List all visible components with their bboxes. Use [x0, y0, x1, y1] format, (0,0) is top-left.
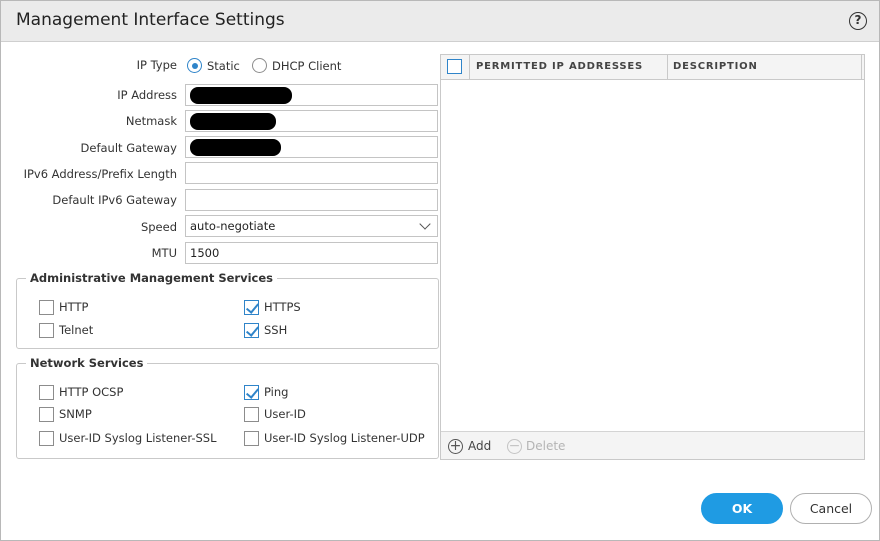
https-label[interactable]: HTTPS: [264, 300, 301, 314]
http-label[interactable]: HTTP: [59, 300, 88, 314]
speed-label: Speed: [140, 220, 177, 234]
user-id-syslog-ssl-label[interactable]: User-ID Syslog Listener-SSL: [59, 431, 217, 445]
column-divider: [469, 55, 470, 79]
ipv6-gateway-input[interactable]: [185, 189, 438, 211]
management-interface-settings-dialog: Management Interface Settings ? IP Type …: [0, 0, 880, 541]
ok-button[interactable]: OK: [701, 493, 783, 524]
ping-label[interactable]: Ping: [264, 385, 288, 399]
telnet-checkbox[interactable]: [39, 323, 54, 338]
user-id-syslog-udp-checkbox[interactable]: [244, 431, 259, 446]
mtu-input[interactable]: 1500: [185, 242, 438, 264]
network-services-legend: Network Services: [26, 356, 148, 370]
ip-type-dhcp-radio[interactable]: [252, 58, 267, 73]
ip-type-static-radio[interactable]: [187, 58, 202, 73]
ping-checkbox[interactable]: [244, 385, 259, 400]
redacted-value: [190, 139, 281, 156]
redacted-value: [190, 113, 276, 130]
ip-address-label: IP Address: [117, 88, 177, 102]
ssh-label[interactable]: SSH: [264, 323, 287, 337]
https-checkbox[interactable]: [244, 300, 259, 315]
column-divider: [667, 55, 668, 79]
snmp-checkbox[interactable]: [39, 407, 54, 422]
column-header-permitted-ip[interactable]: PERMITTED IP ADDRESSES: [476, 61, 643, 72]
delete-button[interactable]: Delete: [526, 439, 565, 453]
user-id-syslog-ssl-checkbox[interactable]: [39, 431, 54, 446]
add-icon[interactable]: +: [448, 439, 463, 454]
http-checkbox[interactable]: [39, 300, 54, 315]
permitted-ip-grid: PERMITTED IP ADDRESSES DESCRIPTION + Add…: [440, 54, 865, 460]
select-all-checkbox[interactable]: [447, 59, 462, 74]
dialog-title: Management Interface Settings: [16, 10, 285, 30]
add-button[interactable]: Add: [468, 439, 491, 453]
telnet-label[interactable]: Telnet: [59, 323, 93, 337]
ssh-checkbox[interactable]: [244, 323, 259, 338]
grid-header: PERMITTED IP ADDRESSES DESCRIPTION: [441, 55, 864, 80]
ip-type-dhcp-label[interactable]: DHCP Client: [272, 59, 341, 73]
cancel-button[interactable]: Cancel: [790, 493, 872, 524]
netmask-label: Netmask: [125, 114, 177, 128]
grid-footer: + Add − Delete: [441, 431, 864, 459]
ip-address-input[interactable]: [185, 84, 438, 106]
admin-services-group: Administrative Management Services HTTP …: [16, 271, 439, 349]
http-ocsp-label[interactable]: HTTP OCSP: [59, 385, 123, 399]
user-id-checkbox[interactable]: [244, 407, 259, 422]
user-id-syslog-udp-label[interactable]: User-ID Syslog Listener-UDP: [264, 431, 425, 445]
dialog-titlebar: Management Interface Settings ?: [1, 1, 879, 42]
default-gateway-label: Default Gateway: [80, 141, 177, 155]
speed-select[interactable]: auto-negotiate: [185, 215, 438, 237]
redacted-value: [190, 87, 292, 104]
ip-type-label: IP Type: [136, 58, 177, 72]
user-id-label[interactable]: User-ID: [264, 407, 306, 421]
chevron-down-icon: [419, 218, 431, 230]
ipv6-address-input[interactable]: [185, 162, 438, 184]
help-icon[interactable]: ?: [849, 12, 867, 30]
default-gateway-input[interactable]: [185, 136, 438, 158]
network-services-group: Network Services HTTP OCSP Ping SNMP Use…: [16, 356, 439, 459]
snmp-label[interactable]: SNMP: [59, 407, 92, 421]
http-ocsp-checkbox[interactable]: [39, 385, 54, 400]
ip-type-static-label[interactable]: Static: [207, 59, 240, 73]
netmask-input[interactable]: [185, 110, 438, 132]
column-divider: [861, 55, 862, 79]
admin-services-legend: Administrative Management Services: [26, 271, 278, 285]
delete-icon[interactable]: −: [507, 439, 522, 454]
ipv6-address-label: IPv6 Address/Prefix Length: [23, 167, 177, 181]
ipv6-gateway-label: Default IPv6 Gateway: [52, 193, 177, 207]
speed-select-value: auto-negotiate: [190, 219, 276, 233]
mtu-label: MTU: [151, 246, 177, 260]
column-header-description[interactable]: DESCRIPTION: [673, 61, 758, 72]
